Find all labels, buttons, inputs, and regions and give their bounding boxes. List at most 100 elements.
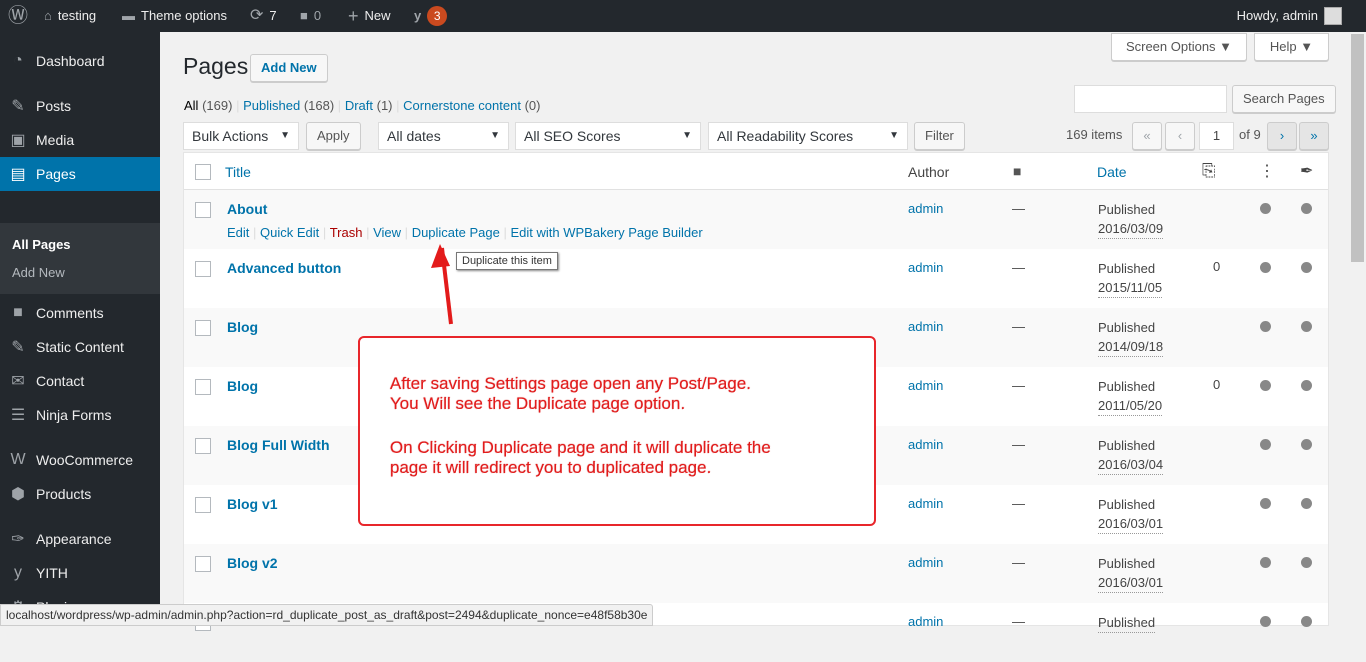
sidebar-item-comments[interactable]: ■ Comments — [0, 296, 160, 330]
author-link[interactable]: admin — [908, 496, 943, 511]
column-title[interactable]: Title — [225, 164, 251, 180]
seo-score-dot — [1260, 557, 1271, 568]
yoast-link[interactable]: y3 — [414, 0, 448, 32]
sidebar-item-products[interactable]: ⬢ Products — [0, 477, 160, 511]
updates-link[interactable]: ⟳ 7 — [250, 0, 277, 32]
theme-options-link[interactable]: ▬ Theme options — [122, 0, 227, 32]
links-count: 0 — [1213, 259, 1221, 274]
date-cell: Published 2015/11/05 — [1098, 259, 1163, 298]
date: 2011/05/20 — [1098, 396, 1163, 416]
row-action-view[interactable]: View — [373, 225, 401, 240]
row-action-trash[interactable]: Trash — [330, 225, 363, 240]
dates-select[interactable]: All dates — [378, 122, 509, 150]
author-link[interactable]: admin — [908, 201, 943, 216]
date-cell: Published 2014/09/18 — [1098, 318, 1164, 357]
page-title-link[interactable]: Advanced button — [227, 260, 341, 276]
date: 2016/03/09 — [1098, 219, 1164, 239]
view-filter[interactable]: Cornerstone content (0) — [403, 98, 540, 113]
wordpress-logo-icon[interactable]: Ⓦ — [8, 0, 28, 32]
scrollbar-thumb[interactable] — [1351, 34, 1364, 262]
sidebar-item-yith[interactable]: y YITH — [0, 556, 160, 590]
row-checkbox[interactable] — [195, 379, 211, 395]
add-new-button[interactable]: Add New — [250, 54, 328, 82]
comments-link[interactable]: ■ 0 — [300, 0, 321, 32]
sidebar-item-woocommerce[interactable]: W WooCommerce — [0, 443, 160, 477]
status: Published — [1098, 497, 1156, 512]
page-title-link[interactable]: Blog Full Width — [227, 437, 330, 453]
view-filter[interactable]: Published (168) — [243, 98, 334, 113]
sidebar-item-static-content[interactable]: ✎ Static Content — [0, 330, 160, 364]
author-link[interactable]: admin — [908, 378, 943, 393]
sidebar-item-label: Dashboard — [36, 53, 105, 69]
yoast-badge: 3 — [427, 6, 448, 26]
readability-select[interactable]: All Readability Scores — [708, 122, 908, 150]
screen-options-button[interactable]: Screen Options ▼ — [1111, 33, 1247, 61]
new-link[interactable]: + New — [348, 0, 391, 32]
apply-button[interactable]: Apply — [306, 122, 361, 150]
comment-icon: ■ — [300, 8, 308, 23]
row-checkbox[interactable] — [195, 202, 211, 218]
readability-dot — [1301, 557, 1312, 568]
note-line: You Will see the Duplicate page option. — [390, 394, 686, 413]
last-page-button[interactable]: » — [1299, 122, 1329, 150]
author-link[interactable]: admin — [908, 555, 943, 570]
date-cell: Published 2016/03/01 — [1098, 495, 1164, 534]
row-action-edit[interactable]: Edit — [227, 225, 249, 240]
row-action-edit-with-wpbakery-page-builder[interactable]: Edit with WPBakery Page Builder — [511, 225, 703, 240]
page-title-link[interactable]: Blog v2 — [227, 555, 278, 571]
mail-icon: ✉ — [11, 373, 25, 390]
row-action-quick-edit[interactable]: Quick Edit — [260, 225, 319, 240]
page-title-link[interactable]: Blog — [227, 378, 258, 394]
page-title-link[interactable]: Blog — [227, 319, 258, 335]
date-cell: Published 2016/03/01 — [1098, 554, 1164, 593]
filter-button[interactable]: Filter — [914, 122, 965, 150]
search-pages-button[interactable]: Search Pages — [1232, 85, 1336, 113]
author-link[interactable]: admin — [908, 319, 943, 334]
author-link[interactable]: admin — [908, 260, 943, 275]
sidebar-item-appearance[interactable]: ✑ Appearance — [0, 522, 160, 556]
seo-score-dot — [1260, 380, 1271, 391]
first-page-button[interactable]: « — [1132, 122, 1162, 150]
current-page-input[interactable]: 1 — [1199, 122, 1234, 150]
help-button[interactable]: Help ▼ — [1254, 33, 1329, 61]
comment-column-icon[interactable]: ■ — [1013, 163, 1021, 179]
row-checkbox[interactable] — [195, 556, 211, 572]
bulk-actions-select[interactable]: Bulk Actions — [183, 122, 299, 150]
search-input[interactable] — [1074, 85, 1227, 113]
submenu-add-new[interactable]: Add New — [12, 265, 65, 280]
row-checkbox[interactable] — [195, 438, 211, 454]
row-checkbox[interactable] — [195, 497, 211, 513]
sidebar-item-ninja-forms[interactable]: ☰ Ninja Forms — [0, 398, 160, 432]
row-action-duplicate-page[interactable]: Duplicate Page — [412, 225, 500, 240]
submenu-all-pages[interactable]: All Pages — [12, 237, 71, 252]
scrollbar[interactable] — [1349, 32, 1366, 626]
view-filter[interactable]: All (169) — [184, 98, 232, 113]
updates-icon: ⟳ — [250, 7, 264, 24]
page-title-link[interactable]: Blog v1 — [227, 496, 278, 512]
sidebar-item-contact[interactable]: ✉ Contact — [0, 364, 160, 398]
table-row: Advanced button admin — Published 2015/11… — [184, 249, 1328, 308]
prev-page-button[interactable]: ‹ — [1165, 122, 1195, 150]
view-filter[interactable]: Draft (1) — [345, 98, 393, 113]
sidebar-item-dashboard[interactable]: ◔ Dashboard — [0, 44, 160, 78]
sidebar-item-posts[interactable]: ✎ Posts — [0, 89, 160, 123]
column-date[interactable]: Date — [1097, 164, 1127, 180]
row-actions: Edit | Quick Edit | Trash | View | Dupli… — [227, 225, 703, 240]
seo-score-dot — [1260, 439, 1271, 450]
next-page-button[interactable]: › — [1267, 122, 1297, 150]
sidebar-item-media[interactable]: ▣ Media — [0, 123, 160, 157]
author-link[interactable]: admin — [908, 437, 943, 452]
sidebar-item-pages[interactable]: ▤ Pages — [0, 157, 160, 191]
account-menu[interactable]: Howdy, admin — [1237, 0, 1342, 32]
readability-dot — [1301, 321, 1312, 332]
select-all-checkbox[interactable] — [195, 164, 211, 180]
seo-scores-select[interactable]: All SEO Scores — [515, 122, 701, 150]
page-title-link[interactable]: About — [227, 201, 267, 217]
view-label: All — [184, 98, 199, 113]
author-link[interactable]: admin — [908, 614, 943, 629]
tooltip: Duplicate this item — [456, 252, 558, 270]
site-link[interactable]: ⌂ testing — [44, 0, 96, 32]
row-checkbox[interactable] — [195, 261, 211, 277]
readability-dot — [1301, 498, 1312, 509]
row-checkbox[interactable] — [195, 320, 211, 336]
